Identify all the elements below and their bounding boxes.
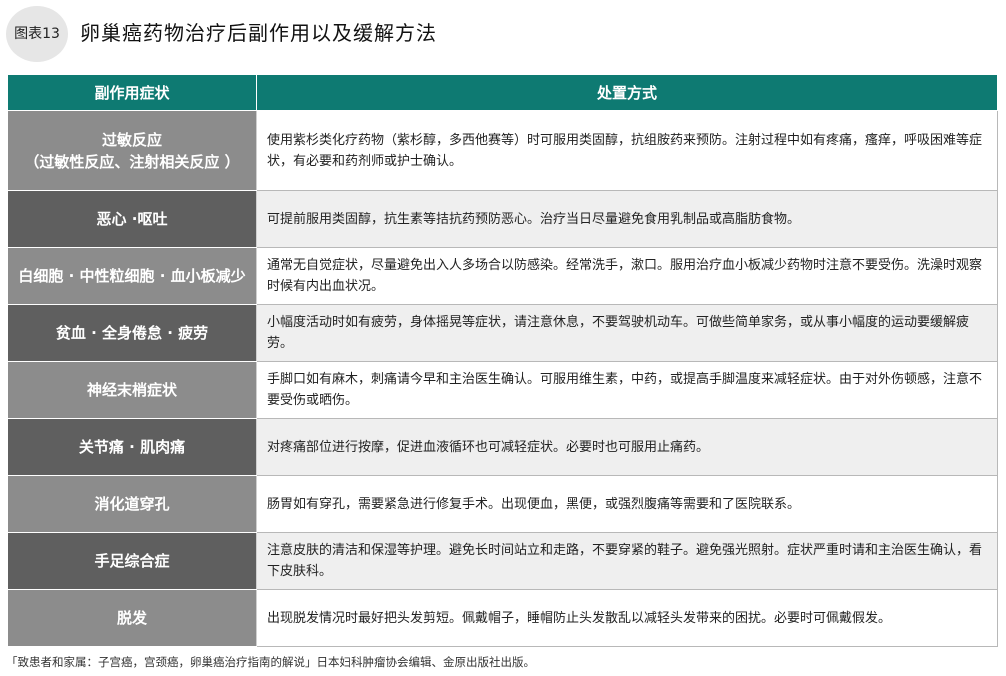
treatment-cell: 通常无自觉症状，尽量避免出入人多场合以防感染。经常洗手，漱口。服用治疗血小板减少… (256, 247, 998, 305)
symptom-cell: 白细胞 · 中性粒细胞 · 血小板减少 (7, 247, 257, 305)
symptom-cell: 手足综合症 (7, 532, 257, 590)
treatment-cell: 出现脱发情况时最好把头发剪短。佩戴帽子，睡帽防止头发散乱以减轻头发带来的困扰。必… (256, 589, 998, 647)
symptom-cell: 关节痛 · 肌肉痛 (7, 418, 257, 476)
symptom-cell: 消化道穿孔 (7, 475, 257, 533)
symptom-cell: 脱发 (7, 589, 257, 647)
table-row: 恶心 ·呕吐 可提前服用类固醇，抗生素等拮抗药预防恶心。治疗当日尽量避免食用乳制… (7, 190, 998, 248)
table-row: 关节痛 · 肌肉痛 对疼痛部位进行按摩，促进血液循环也可减轻症状。必要时也可服用… (7, 418, 998, 476)
figure-label-badge: 图表13 (6, 6, 68, 62)
column-header-treatment: 处置方式 (256, 74, 998, 111)
symptom-cell: 过敏反应 （过敏性反应、注射相关反应 ） (7, 110, 257, 191)
treatment-cell: 可提前服用类固醇，抗生素等拮抗药预防恶心。治疗当日尽量避免食用乳制品或高脂肪食物… (256, 190, 998, 248)
symptom-name: 过敏反应 (101, 130, 162, 149)
table-row: 消化道穿孔 肠胃如有穿孔，需要紧急进行修复手术。出现便血，黑便，或强烈腹痛等需要… (7, 475, 998, 533)
figure-header: 图表13 卵巢癌药物治疗后副作用以及缓解方法 (0, 0, 1006, 70)
table-row: 脱发 出现脱发情况时最好把头发剪短。佩戴帽子，睡帽防止头发散乱以减轻头发带来的困… (7, 589, 998, 647)
table-header-row: 副作用症状 处置方式 (7, 74, 998, 111)
table-row: 贫血 · 全身倦怠 · 疲劳 小幅度活动时如有疲劳，身体摇晃等症状，请注意休息，… (7, 304, 998, 362)
symptom-cell: 神经末梢症状 (7, 361, 257, 419)
treatment-cell: 手脚口如有麻木，刺痛请今早和主治医生确认。可服用维生素，中药，或提高手脚温度来减… (256, 361, 998, 419)
table-row: 手足综合症 注意皮肤的清洁和保湿等护理。避免长时间站立和走路，不要穿紧的鞋子。避… (7, 532, 998, 590)
treatment-cell: 小幅度活动时如有疲劳，身体摇晃等症状，请注意休息，不要驾驶机动车。可做些简单家务… (256, 304, 998, 362)
side-effects-table: 副作用症状 处置方式 过敏反应 （过敏性反应、注射相关反应 ） 使用紫杉类化疗药… (7, 74, 998, 647)
table-row: 白细胞 · 中性粒细胞 · 血小板减少 通常无自觉症状，尽量避免出入人多场合以防… (7, 247, 998, 305)
treatment-cell: 对疼痛部位进行按摩，促进血液循环也可减轻症状。必要时也可服用止痛药。 (256, 418, 998, 476)
symptom-cell: 贫血 · 全身倦怠 · 疲劳 (7, 304, 257, 362)
treatment-cell: 肠胃如有穿孔，需要紧急进行修复手术。出现便血，黑便，或强烈腹痛等需要和了医院联系… (256, 475, 998, 533)
treatment-cell: 使用紫杉类化疗药物（紫杉醇，多西他赛等）时可服用类固醇，抗组胺药来预防。注射过程… (256, 110, 998, 191)
page-title: 卵巢癌药物治疗后副作用以及缓解方法 (80, 21, 437, 45)
source-citation: 「致患者和家属：子宫癌，宫颈癌，卵巢癌治疗指南的解说」日本妇科肿瘤协会编辑、金原… (6, 655, 535, 669)
column-header-symptom: 副作用症状 (7, 74, 257, 111)
symptom-subtitle: （过敏性反应、注射相关反应 ） (24, 152, 240, 171)
table-row: 过敏反应 （过敏性反应、注射相关反应 ） 使用紫杉类化疗药物（紫杉醇，多西他赛等… (7, 110, 998, 191)
symptom-cell: 恶心 ·呕吐 (7, 190, 257, 248)
treatment-cell: 注意皮肤的清洁和保湿等护理。避免长时间站立和走路，不要穿紧的鞋子。避免强光照射。… (256, 532, 998, 590)
table-row: 神经末梢症状 手脚口如有麻木，刺痛请今早和主治医生确认。可服用维生素，中药，或提… (7, 361, 998, 419)
